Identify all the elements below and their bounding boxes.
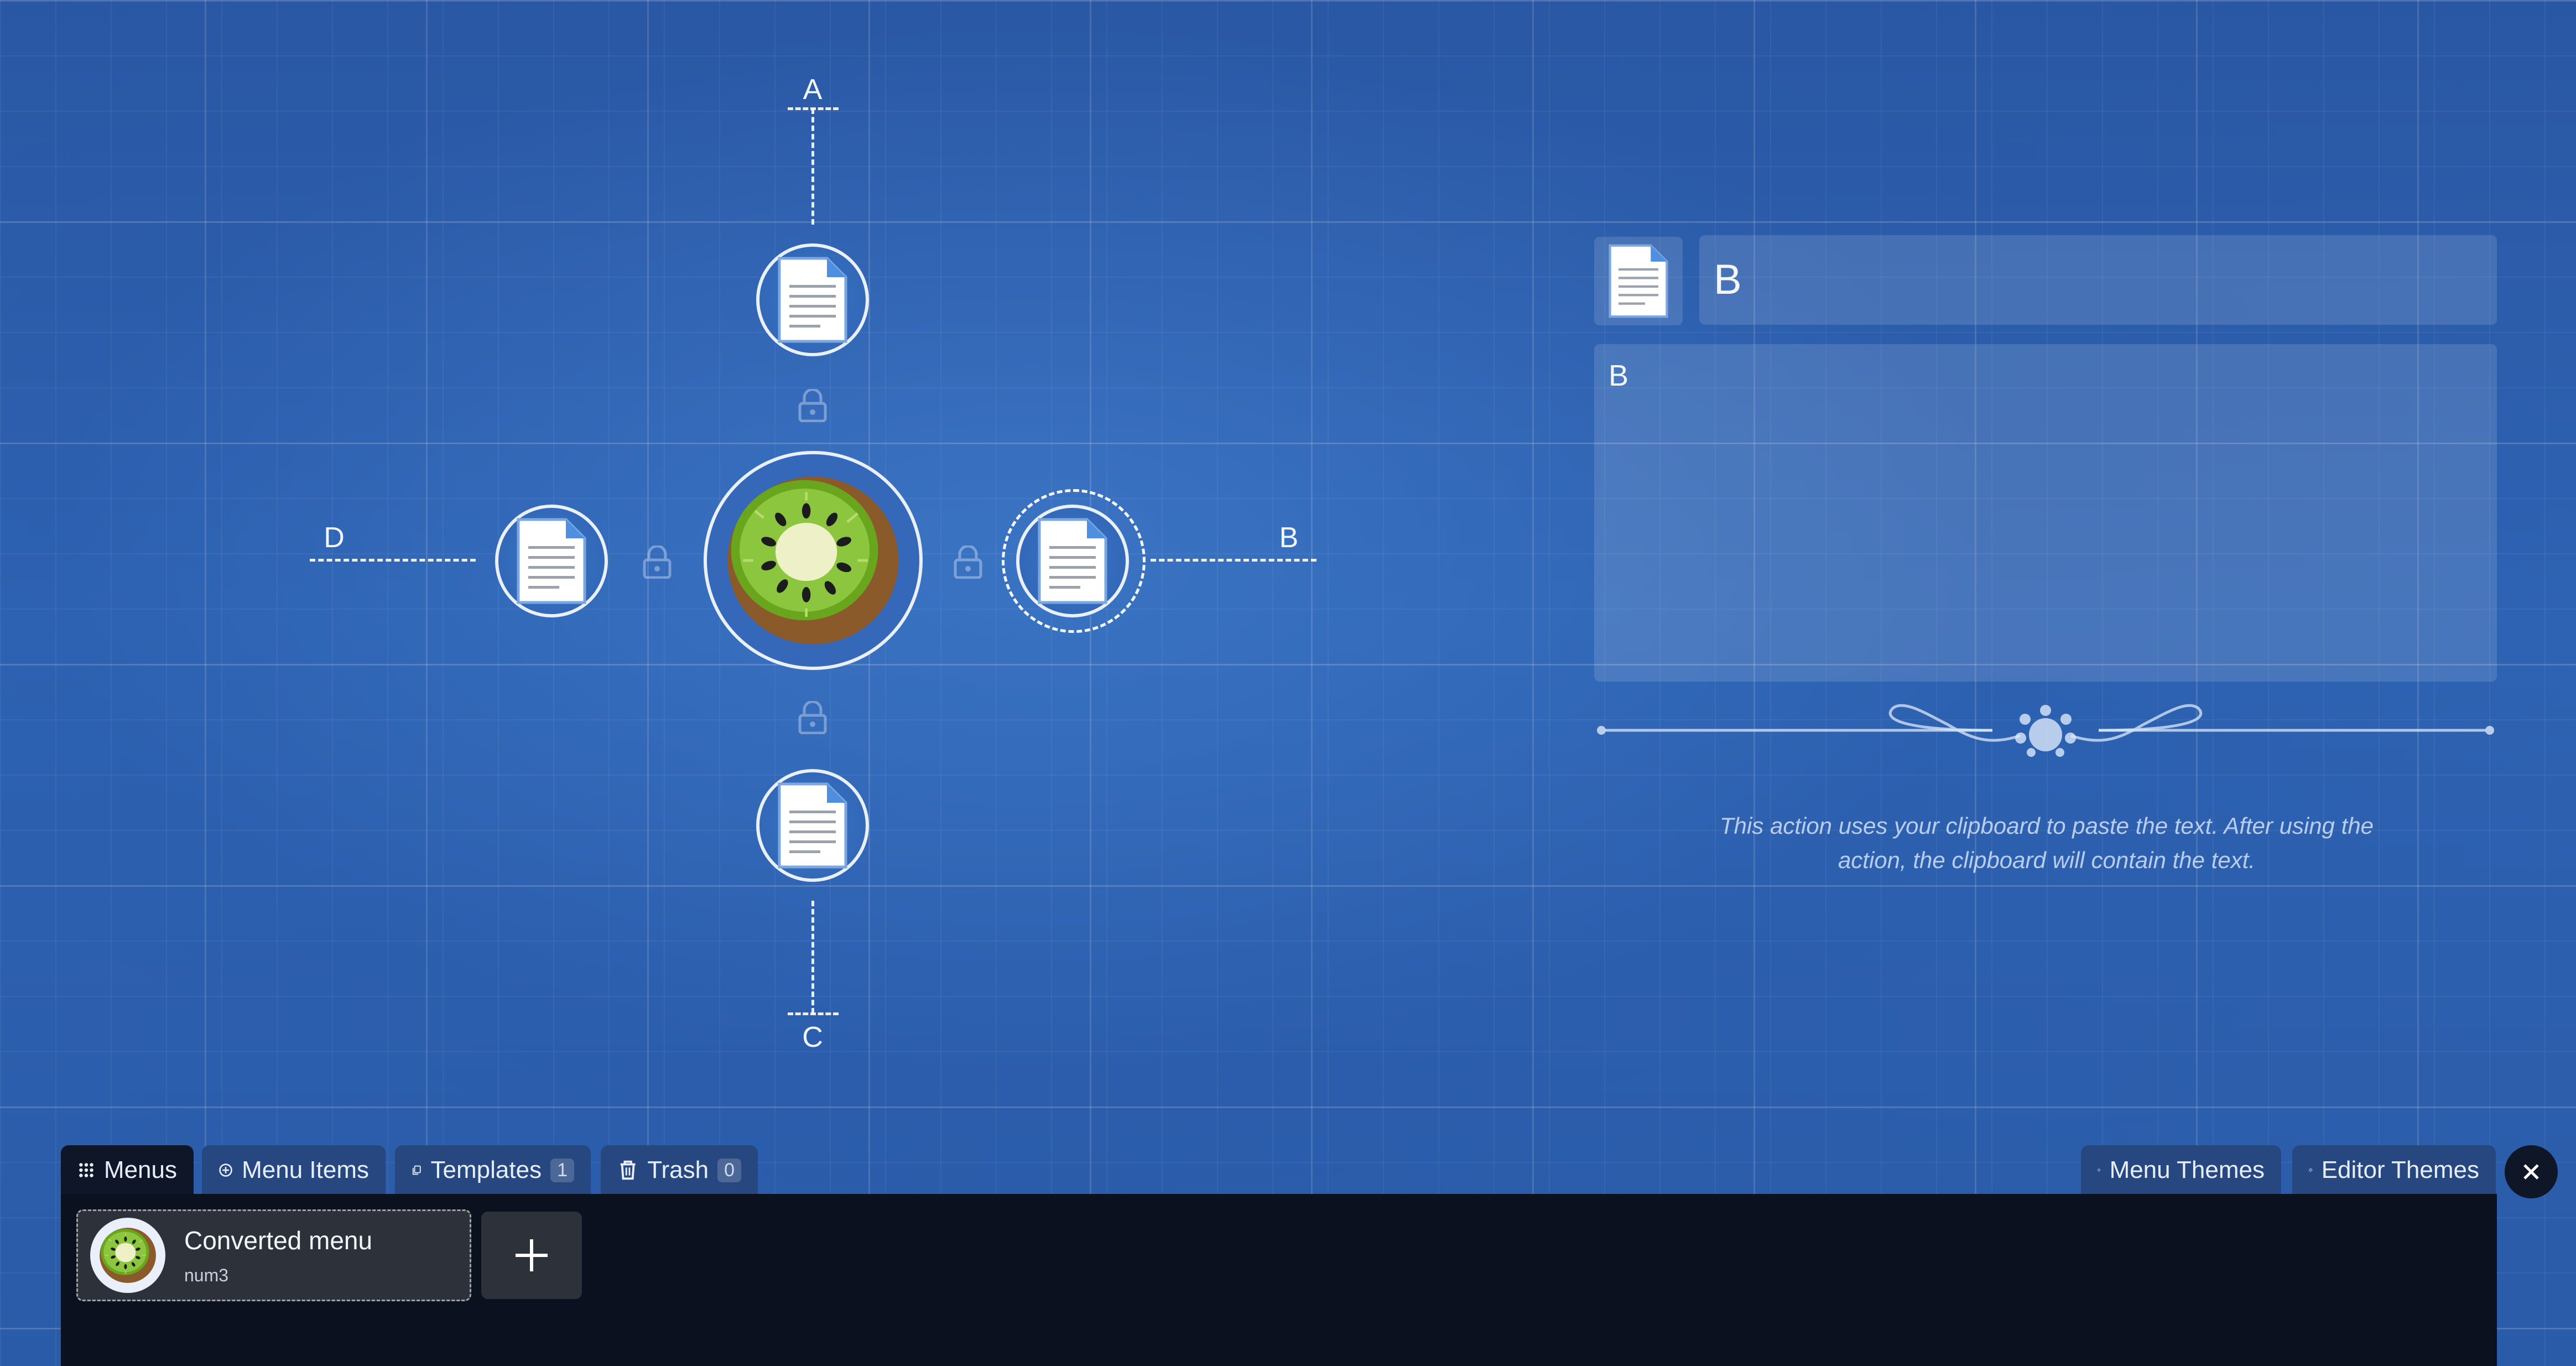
direction-label-bottom: C (802, 1021, 823, 1053)
lock-icon[interactable] (953, 546, 983, 579)
menu-thumbnail (90, 1218, 165, 1293)
menu-card-title: Converted menu (184, 1225, 373, 1255)
lock-icon[interactable] (798, 701, 828, 734)
plus-icon (516, 1239, 548, 1271)
kiwi-icon (719, 466, 907, 655)
item-name-input[interactable]: B (1699, 235, 2497, 325)
guide-bottom (811, 901, 814, 1014)
document-icon (771, 253, 854, 347)
grid-icon (79, 1163, 93, 1177)
guide-top (811, 108, 814, 225)
document-icon (1605, 242, 1672, 320)
palette-icon (2309, 1168, 2313, 1172)
item-icon-picker[interactable] (1594, 237, 1683, 325)
menu-card-shortcut: num3 (184, 1265, 229, 1285)
copy-icon (412, 1165, 421, 1175)
tab-menu-items[interactable]: Menu Items (202, 1145, 386, 1195)
direction-label-right: B (1279, 522, 1299, 554)
editor-canvas: A B C D B B This action uses your clipbo… (0, 0, 2576, 1366)
palette-icon (2098, 1168, 2101, 1172)
tab-trash[interactable]: Trash 0 (601, 1145, 758, 1195)
item-text-input[interactable]: B (1594, 344, 2497, 682)
menu-item-right-selected[interactable] (1016, 505, 1129, 617)
action-hint: This action uses your clipboard to paste… (1719, 813, 2374, 873)
kiwi-icon (99, 1227, 157, 1284)
tab-templates-label: Templates (430, 1156, 542, 1183)
menu-card[interactable]: Converted menu num3 (76, 1209, 471, 1301)
tab-menu-items-label: Menu Items (242, 1156, 369, 1183)
document-icon (510, 514, 593, 608)
document-icon (1031, 514, 1114, 608)
menu-item-left[interactable] (495, 505, 608, 617)
trash-count-badge: 0 (717, 1158, 741, 1182)
lock-icon[interactable] (642, 546, 672, 579)
tab-menus-label: Menus (103, 1156, 177, 1183)
guide-right (1151, 559, 1316, 562)
add-circle-icon (219, 1164, 232, 1177)
menu-center[interactable] (704, 451, 923, 670)
tab-editor-themes[interactable]: Editor Themes (2292, 1145, 2496, 1195)
tab-templates[interactable]: Templates 1 (395, 1145, 591, 1195)
guide-left (310, 559, 476, 562)
close-icon (2523, 1164, 2539, 1180)
direction-label-left: D (324, 522, 345, 554)
lock-icon[interactable] (798, 389, 828, 422)
document-icon (771, 778, 854, 872)
tab-menu-themes-label: Menu Themes (2109, 1156, 2265, 1183)
tab-trash-label: Trash (647, 1156, 709, 1183)
direction-label-top: A (803, 74, 823, 106)
templates-count-badge: 1 (550, 1158, 574, 1182)
menu-item-top[interactable] (756, 243, 869, 356)
close-button[interactable] (2505, 1145, 2558, 1198)
trash-icon (620, 1160, 636, 1180)
add-menu-button[interactable] (481, 1212, 582, 1299)
tab-menu-themes[interactable]: Menu Themes (2081, 1145, 2281, 1195)
divider-ornament (1597, 704, 2494, 757)
tab-editor-themes-label: Editor Themes (2321, 1156, 2479, 1183)
menu-item-bottom[interactable] (756, 769, 869, 882)
tab-menus[interactable]: Menus (61, 1145, 194, 1195)
